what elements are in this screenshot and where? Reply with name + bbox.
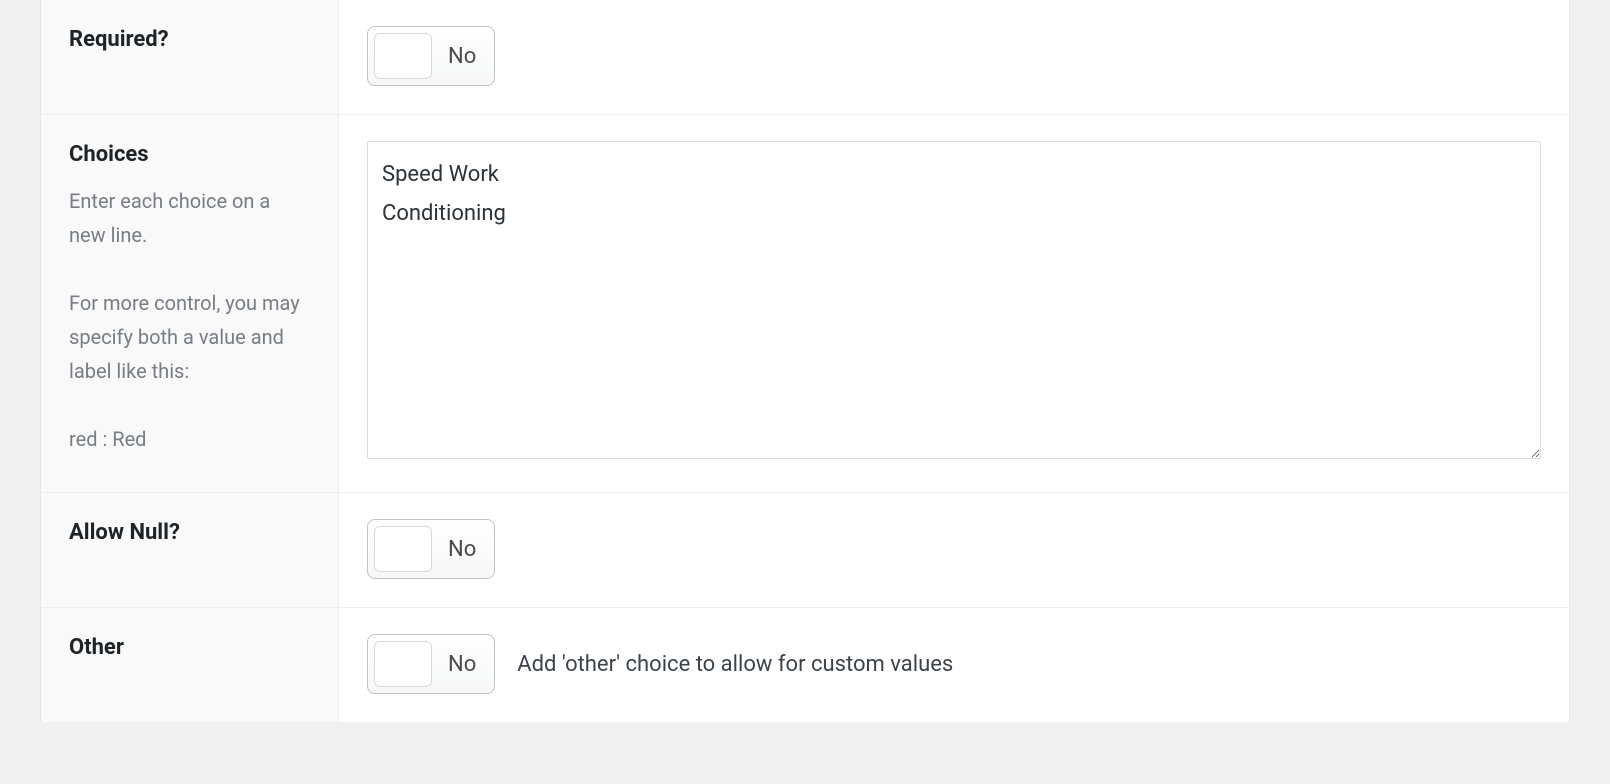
field-settings-table: Required? No Choices Enter each choice o… bbox=[40, 0, 1570, 722]
row-choices: Choices Enter each choice on a new line.… bbox=[41, 115, 1570, 493]
desc-choices: Enter each choice on a new line. For mor… bbox=[69, 184, 310, 456]
toggle-allow-null[interactable]: No bbox=[367, 519, 495, 579]
toggle-other-label: No bbox=[448, 652, 476, 677]
toggle-knob bbox=[374, 641, 432, 687]
value-cell-allow-null: No bbox=[339, 493, 1570, 608]
other-hint: Add 'other' choice to allow for custom v… bbox=[517, 652, 953, 677]
choices-textarea[interactable] bbox=[367, 141, 1541, 459]
row-required: Required? No bbox=[41, 0, 1570, 115]
label-cell-other: Other bbox=[41, 608, 339, 723]
toggle-allow-null-label: No bbox=[448, 537, 476, 562]
label-other: Other bbox=[69, 634, 310, 663]
label-cell-required: Required? bbox=[41, 0, 339, 115]
row-other: Other No Add 'other' choice to allow for… bbox=[41, 608, 1570, 723]
value-cell-required: No bbox=[339, 0, 1570, 115]
toggle-required-label: No bbox=[448, 44, 476, 69]
label-cell-choices: Choices Enter each choice on a new line.… bbox=[41, 115, 339, 493]
toggle-other[interactable]: No bbox=[367, 634, 495, 694]
row-allow-null: Allow Null? No bbox=[41, 493, 1570, 608]
toggle-knob bbox=[374, 33, 432, 79]
toggle-knob bbox=[374, 526, 432, 572]
toggle-required[interactable]: No bbox=[367, 26, 495, 86]
label-required: Required? bbox=[69, 26, 310, 55]
label-allow-null: Allow Null? bbox=[69, 519, 310, 548]
label-choices: Choices bbox=[69, 141, 310, 170]
value-cell-choices bbox=[339, 115, 1570, 493]
value-cell-other: No Add 'other' choice to allow for custo… bbox=[339, 608, 1570, 723]
label-cell-allow-null: Allow Null? bbox=[41, 493, 339, 608]
